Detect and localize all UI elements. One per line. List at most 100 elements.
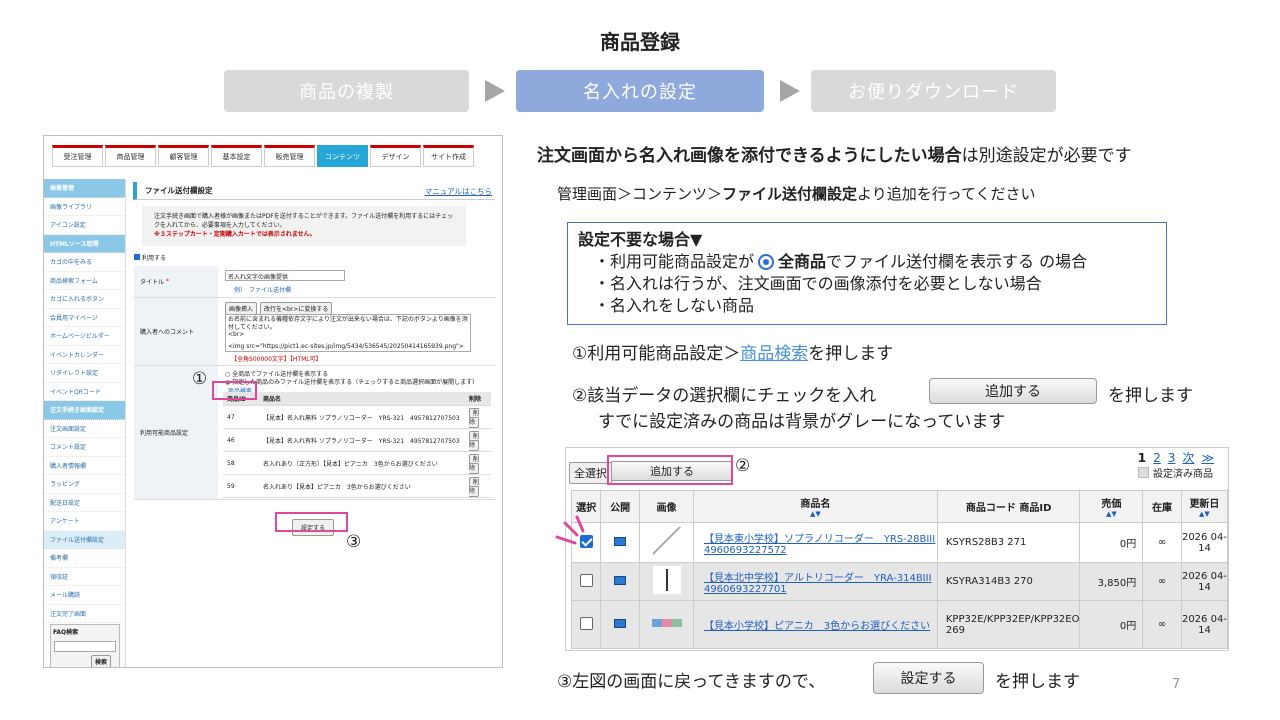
- radio-icon: [758, 254, 775, 270]
- sidebar-head-order[interactable]: 注文手続き画面設定: [44, 401, 125, 420]
- comment-textarea[interactable]: お名前に含まれる機種依存文字により注文が出来ない場合は、下記のボタンより画像を添…: [225, 314, 471, 352]
- col-name: 商品名 ▲▼: [692, 490, 938, 523]
- product-name-link[interactable]: 【見本東小学校】ソプラノリコーダー YRS-28BIII 49606932275…: [692, 522, 938, 563]
- radio-selected[interactable]: ◉ 指定した商品のみファイル送付欄を表示する（チェックすると商品選択画面が展開し…: [225, 377, 495, 386]
- faq-label: FAQ検索: [53, 629, 79, 636]
- faq-search-input[interactable]: [54, 641, 116, 652]
- col-date: 更新日 ▲▼: [1180, 490, 1228, 523]
- tab-orders[interactable]: 受注管理: [52, 145, 103, 167]
- note-text: 注文手続き画面で購入者様が画像またはPDFを送付することができます。ファイル送付…: [154, 213, 454, 229]
- row-checkbox[interactable]: [579, 616, 593, 630]
- manual-link[interactable]: マニュアルはこちら: [425, 186, 492, 197]
- sidebar-item[interactable]: アイコン設定: [44, 216, 125, 235]
- page-1[interactable]: 1: [1138, 451, 1146, 465]
- product-grid: 選択 公開 画像 商品名 ▲▼ 商品コード 商品ID 売価 ▲▼ 在庫 更新日 ▲▼ …: [570, 490, 1228, 649]
- sidebar-item[interactable]: 領収証: [44, 568, 125, 586]
- title-input[interactable]: 名入れ文字の画像提供: [225, 270, 345, 281]
- page-3[interactable]: 3: [1168, 451, 1176, 465]
- monitor-icon: [614, 618, 627, 628]
- page-title: 商品登録: [600, 30, 680, 54]
- sidebar-item[interactable]: 備考欄: [44, 549, 125, 568]
- sidebar-head-html[interactable]: HTMLソース取得: [44, 234, 125, 253]
- sidebar-item[interactable]: コメント設定: [44, 438, 125, 457]
- sidebar-item[interactable]: 配送日設定: [44, 494, 125, 512]
- highlight-search: [212, 381, 257, 400]
- use-checkbox-row[interactable]: 利用する: [134, 253, 166, 262]
- description-note: 注文手続き画面で購入者様が画像またはPDFを送付することができます。ファイル送付…: [142, 206, 466, 246]
- tab-products[interactable]: 商品管理: [105, 145, 156, 167]
- faq-search-box: FAQ検索 検索: [50, 624, 120, 667]
- delete-button[interactable]: 削除: [469, 477, 480, 497]
- product-image: [652, 566, 681, 594]
- product-image: [652, 527, 681, 555]
- delete-button[interactable]: 削除: [469, 431, 480, 451]
- table-row: 47 【見本】名入れ無料 ソプラノリコーダー YRS-321 4957812707…: [223, 405, 491, 429]
- heading: 注文画面から名入れ画像を添付できるようにしたい場合は別途設定が必要です: [537, 146, 1132, 166]
- delete-button[interactable]: 削除: [469, 454, 480, 474]
- tab-basic[interactable]: 基本設定: [211, 145, 262, 167]
- page-next[interactable]: 次: [1182, 451, 1194, 465]
- box-line3: ・名入れをしない商品: [594, 296, 755, 315]
- table-row: 58 名入れあり（正方形）【見本】ピアニカ 3色からお選びください 削除: [223, 451, 491, 475]
- box-line1: ・利用可能商品設定が 全商品でファイル送付欄を表示する の場合: [594, 252, 1088, 271]
- sidebar-item[interactable]: イベントカレンダー: [44, 346, 125, 364]
- tab-sales[interactable]: 販売管理: [264, 145, 315, 167]
- delete-button[interactable]: 削除: [469, 408, 480, 428]
- box-title: 設定不要な場合▼: [578, 230, 703, 249]
- monitor-icon: [614, 536, 627, 546]
- note-warning: ※３ステップカート・定期購入カートでは表示されません。: [154, 231, 316, 238]
- sidebar-item[interactable]: ホームページビルダー: [44, 327, 125, 346]
- marker-one: ①: [192, 369, 208, 389]
- faq-search-button[interactable]: 検索: [91, 655, 112, 667]
- sidebar-item[interactable]: アンケート: [44, 512, 125, 531]
- sidebar-item[interactable]: 商品検索フォーム: [44, 272, 125, 290]
- product-name-link[interactable]: 【見本北中学校】アルトリコーダー YRA-314BIII 49606932277…: [692, 562, 938, 601]
- tab-site[interactable]: サイト作成: [423, 145, 474, 167]
- sidebar-item[interactable]: 会員用マイページ: [44, 309, 125, 327]
- box-line2: ・名入れは行うが、注文画面での画像添付を必要としない場合: [594, 274, 1042, 293]
- sidebar-item[interactable]: カゴに入れるボタン: [44, 290, 125, 309]
- select-all-button[interactable]: 全選択: [569, 462, 612, 484]
- step1-text: ①利用可能商品設定＞商品検索を押します: [572, 344, 894, 364]
- sidebar-item[interactable]: 購入者情報欄: [44, 457, 125, 475]
- step2-text: ②該当データの選択欄にチェックを入れ: [572, 386, 877, 406]
- sidebar-item[interactable]: リダイレクト設定: [44, 364, 125, 383]
- table-row: 【見本小学校】ピアニカ 3色からお選びください KPP32E/KPP32EP/K…: [570, 600, 1228, 649]
- sidebar-item[interactable]: イベントQRコード: [44, 383, 125, 401]
- sidebar-item[interactable]: 注文完了画面: [44, 605, 125, 623]
- step2-note: すでに設定済みの商品は背景がグレーになっています: [598, 412, 1006, 432]
- page-2[interactable]: 2: [1153, 451, 1161, 465]
- sidebar-item[interactable]: 画像ライブラリ: [44, 198, 125, 216]
- comment-limit: 【全角500000文字】【HTML可】: [231, 356, 322, 363]
- monitor-icon: [614, 575, 627, 585]
- page-number: 7: [1172, 677, 1181, 692]
- highlight-set: [275, 512, 348, 532]
- page-last[interactable]: ≫: [1201, 451, 1214, 465]
- row-checkbox[interactable]: [579, 573, 593, 587]
- step-engraving-settings: 名入れの設定: [516, 70, 764, 112]
- use-checkbox[interactable]: [134, 254, 140, 260]
- sidebar-item[interactable]: ラッピング: [44, 475, 125, 494]
- selected-products-table: 商品ID 商品名 削除 47 【見本】名入れ無料 ソプラノリコーダー YRS-32…: [223, 392, 491, 498]
- tab-contents[interactable]: コンテンツ: [317, 145, 368, 167]
- sidebar-item-file-upload[interactable]: ファイル送付欄設定: [44, 530, 125, 549]
- sidebar-item[interactable]: メール購読: [44, 586, 125, 605]
- use-label: 利用する: [142, 255, 167, 262]
- table-row: 46 【見本】名入れ有料 ソプラノリコーダー YRS-321 4957812707…: [223, 428, 491, 452]
- marker-three: ③: [346, 532, 362, 552]
- col-price: 売価 ▲▼: [1079, 490, 1144, 523]
- menu-path: 管理画面＞コンテンツ＞ファイル送付欄設定より追加を行ってください: [557, 185, 1036, 203]
- product-image: [651, 619, 682, 627]
- sidebar-head-image[interactable]: 画像管理: [44, 179, 125, 198]
- set-button-illustration[interactable]: 設定する: [873, 662, 984, 694]
- tab-customers[interactable]: 顧客管理: [158, 145, 209, 167]
- product-name-link[interactable]: 【見本小学校】ピアニカ 3色からお選びください: [692, 600, 938, 649]
- tab-design[interactable]: デザイン: [370, 145, 421, 167]
- product-search-link[interactable]: 商品検索: [740, 344, 808, 364]
- comment-label: 購入者へのコメント: [134, 298, 218, 365]
- sidebar-item[interactable]: カゴの中をみる: [44, 253, 125, 272]
- sidebar-item[interactable]: 注文画面設定: [44, 420, 125, 438]
- title-label: タイトル *: [134, 266, 218, 297]
- table-row: 59 名入れあり【見本】ピアニカ 3色からお選びください 削除: [223, 474, 491, 498]
- add-button-illustration[interactable]: 追加する: [929, 378, 1097, 404]
